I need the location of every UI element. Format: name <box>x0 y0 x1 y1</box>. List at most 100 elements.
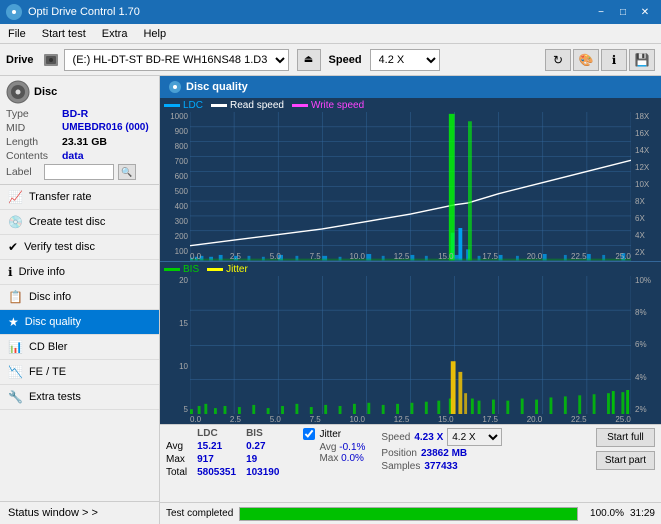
x-bot-22: 22.5 <box>571 415 587 424</box>
x-top-25: 25.0 <box>615 252 631 261</box>
save-button[interactable]: 💾 <box>629 49 655 71</box>
write-speed-dot <box>292 104 308 107</box>
sidebar-item-verify-test-disc-label: Verify test disc <box>24 241 95 253</box>
eject-button[interactable]: ⏏ <box>297 49 321 71</box>
sidebar-item-cd-bler[interactable]: 📊 CD Bler <box>0 335 159 360</box>
speed-select[interactable]: 4.2 X <box>370 49 440 71</box>
stats-table: LDC BIS Avg 15.21 0.27 Max 917 19 <box>166 428 289 479</box>
y-bot-10: 10 <box>162 362 188 371</box>
max-ldc: 917 <box>197 453 246 466</box>
drive-select[interactable]: (E:) HL-DT-ST BD-RE WH16NS48 1.D3 <box>64 49 289 71</box>
status-window-label: Status window > > <box>8 507 98 519</box>
y-top-300: 300 <box>162 217 188 226</box>
verify-test-disc-icon: ✔ <box>8 240 18 254</box>
sidebar-item-disc-quality[interactable]: ★ Disc quality <box>0 310 159 335</box>
y-top-500: 500 <box>162 187 188 196</box>
status-window-button[interactable]: Status window > > <box>0 501 159 524</box>
x-top-10: 10.0 <box>349 252 365 261</box>
sidebar-item-create-test-disc[interactable]: 💿 Create test disc <box>0 210 159 235</box>
y-right-4pct: 4% <box>635 373 659 382</box>
sidebar-item-drive-info[interactable]: ℹ Drive info <box>0 260 159 285</box>
legend-read-speed: Read speed <box>211 100 284 111</box>
close-button[interactable]: ✕ <box>635 3 655 21</box>
disc-length-val: 23.31 GB <box>62 136 107 148</box>
drive-bar: Drive (E:) HL-DT-ST BD-RE WH16NS48 1.D3 … <box>0 44 661 76</box>
y-top-800: 800 <box>162 142 188 151</box>
disc-icon <box>6 80 30 104</box>
legend-ldc: LDC <box>164 100 203 111</box>
row-avg-label: Avg <box>166 440 197 453</box>
y-right-4x: 4X <box>635 231 659 240</box>
jitter-dot <box>207 268 223 271</box>
speed-stat-label: Speed <box>381 432 410 443</box>
x-bot-7: 7.5 <box>310 415 321 424</box>
x-bot-12: 12.5 <box>394 415 410 424</box>
menu-file[interactable]: File <box>4 27 30 41</box>
total-ldc: 5805351 <box>197 466 246 479</box>
jitter-label: Jitter <box>319 429 341 440</box>
main-content: Disc Type BD-R MID UMEBDR016 (000) Lengt… <box>0 76 661 524</box>
jitter-checkbox[interactable] <box>303 428 315 440</box>
create-test-disc-icon: 💿 <box>8 215 23 229</box>
menu-extra[interactable]: Extra <box>98 27 132 41</box>
y-bot-15: 15 <box>162 319 188 328</box>
max-bis: 19 <box>246 453 289 466</box>
x-top-15: 15.0 <box>438 252 454 261</box>
disc-panel: Disc Type BD-R MID UMEBDR016 (000) Lengt… <box>0 76 159 185</box>
info-button[interactable]: ℹ <box>601 49 627 71</box>
stats-area: LDC BIS Avg 15.21 0.27 Max 917 19 <box>160 424 661 502</box>
progress-label: Test completed <box>166 508 233 519</box>
y-right-18x: 18X <box>635 112 659 121</box>
disc-section-label: Disc <box>34 86 57 98</box>
progress-bar-fill <box>240 508 577 520</box>
read-speed-dot <box>211 104 227 107</box>
disc-label-search-button[interactable]: 🔍 <box>118 164 136 180</box>
menu-help[interactable]: Help <box>139 27 170 41</box>
x-top-7: 7.5 <box>310 252 321 261</box>
sidebar-item-transfer-rate-label: Transfer rate <box>29 191 92 203</box>
transfer-rate-icon: 📈 <box>8 190 23 204</box>
progress-area: Test completed 100.0% 31:29 <box>160 502 661 524</box>
title-bar: Opti Drive Control 1.70 − □ ✕ <box>0 0 661 24</box>
theme-button[interactable]: 🎨 <box>573 49 599 71</box>
x-top-22: 22.5 <box>571 252 587 261</box>
chart-area: Disc quality LDC Read speed <box>160 76 661 524</box>
y-right-16x: 16X <box>635 129 659 138</box>
maximize-button[interactable]: □ <box>613 3 633 21</box>
sidebar-item-cd-bler-label: CD Bler <box>29 341 68 353</box>
sidebar-item-transfer-rate[interactable]: 📈 Transfer rate <box>0 185 159 210</box>
chart-title: Disc quality <box>186 81 248 93</box>
sidebar-item-verify-test-disc[interactable]: ✔ Verify test disc <box>0 235 159 260</box>
disc-mid-val: UMEBDR016 (000) <box>62 122 149 134</box>
x-bot-5: 5.0 <box>270 415 281 424</box>
speed-stat-select[interactable]: 4.2 X <box>447 428 502 446</box>
refresh-button[interactable]: ↻ <box>545 49 571 71</box>
y-right-10pct: 10% <box>635 276 659 285</box>
x-bot-25: 25.0 <box>615 415 631 424</box>
y-right-14x: 14X <box>635 146 659 155</box>
menu-start-test[interactable]: Start test <box>38 27 90 41</box>
y-top-200: 200 <box>162 232 188 241</box>
total-bis: 103190 <box>246 466 289 479</box>
legend-write-speed-label: Write speed <box>311 100 364 111</box>
sidebar-item-extra-tests[interactable]: 🔧 Extra tests <box>0 385 159 410</box>
sidebar-item-disc-info[interactable]: 📋 Disc info <box>0 285 159 310</box>
minimize-button[interactable]: − <box>591 3 611 21</box>
disc-label-input[interactable] <box>44 164 114 180</box>
avg-bis: 0.27 <box>246 440 289 453</box>
bis-dot <box>164 268 180 271</box>
samples-val: 377433 <box>424 461 457 472</box>
y-right-2pct: 2% <box>635 405 659 414</box>
disc-length-key: Length <box>6 136 62 148</box>
sidebar-item-disc-quality-label: Disc quality <box>25 316 81 328</box>
y-right-6x: 6X <box>635 214 659 223</box>
y-top-1000: 1000 <box>162 112 188 121</box>
start-part-button[interactable]: Start part <box>596 451 655 470</box>
y-right-10x: 10X <box>635 180 659 189</box>
start-full-button[interactable]: Start full <box>596 428 655 447</box>
y-right-12x: 12X <box>635 163 659 172</box>
progress-pct: 100.0% <box>584 508 624 519</box>
sidebar-item-fe-te[interactable]: 📉 FE / TE <box>0 360 159 385</box>
disc-contents-key: Contents <box>6 150 62 162</box>
y-right-8pct: 8% <box>635 308 659 317</box>
